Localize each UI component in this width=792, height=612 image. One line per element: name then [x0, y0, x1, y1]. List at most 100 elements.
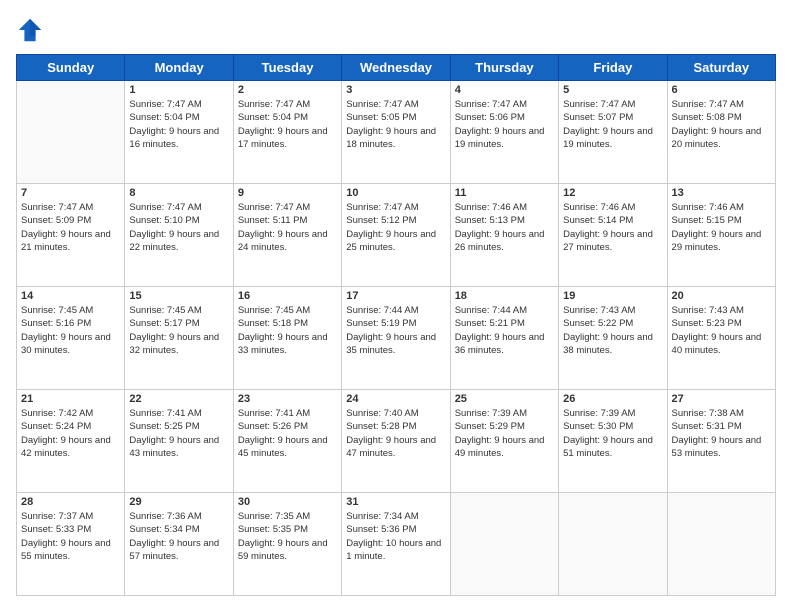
calendar-cell: 20 Sunrise: 7:43 AMSunset: 5:23 PMDayligh… — [667, 287, 775, 390]
day-info: Sunrise: 7:37 AMSunset: 5:33 PMDaylight:… — [21, 510, 120, 563]
day-number: 8 — [129, 187, 228, 199]
calendar-cell: 5Sunrise: 7:47 AMSunset: 5:07 PMDaylight… — [559, 81, 667, 184]
weekday-header-wednesday: Wednesday — [342, 55, 450, 81]
calendar-week-2: 7Sunrise: 7:47 AMSunset: 5:09 PMDaylight… — [17, 184, 776, 287]
day-number: 13 — [672, 187, 771, 199]
calendar-cell: 7Sunrise: 7:47 AMSunset: 5:09 PMDaylight… — [17, 184, 125, 287]
day-info: Sunrise: 7:43 AMSunset: 5:22 PMDaylight:… — [563, 304, 662, 357]
calendar-cell: 1 Sunrise: 7:47 AMSunset: 5:04 PMDaylight… — [125, 81, 233, 184]
day-info: Sunrise: 7:45 AMSunset: 5:18 PMDaylight:… — [238, 304, 337, 357]
header — [16, 16, 776, 44]
day-info: Sunrise: 7:46 AMSunset: 5:15 PMDaylight:… — [672, 201, 771, 254]
day-info: Sunrise: 7:47 AMSunset: 5:12 PMDaylight:… — [346, 201, 445, 254]
calendar-cell: 29 Sunrise: 7:36 AMSunset: 5:34 PMDayligh… — [125, 493, 233, 596]
calendar-cell: 21Sunrise: 7:42 AMSunset: 5:24 PMDayligh… — [17, 390, 125, 493]
calendar-week-4: 21Sunrise: 7:42 AMSunset: 5:24 PMDayligh… — [17, 390, 776, 493]
day-info: Sunrise: 7:41 AMSunset: 5:25 PMDaylight:… — [129, 407, 228, 460]
day-number: 19 — [563, 290, 662, 302]
day-number: 1 — [129, 84, 228, 96]
calendar-cell: 11 Sunrise: 7:46 AMSunset: 5:13 PMDayligh… — [450, 184, 558, 287]
calendar-cell: 18 Sunrise: 7:44 AMSunset: 5:21 PMDayligh… — [450, 287, 558, 390]
weekday-header-friday: Friday — [559, 55, 667, 81]
calendar-cell: 24 Sunrise: 7:40 AMSunset: 5:28 PMDayligh… — [342, 390, 450, 493]
day-info: Sunrise: 7:44 AMSunset: 5:21 PMDaylight:… — [455, 304, 554, 357]
day-number: 29 — [129, 496, 228, 508]
logo — [16, 16, 48, 44]
day-number: 6 — [672, 84, 771, 96]
calendar-cell: 14 Sunrise: 7:45 AMSunset: 5:16 PMDayligh… — [17, 287, 125, 390]
day-number: 27 — [672, 393, 771, 405]
page: SundayMondayTuesdayWednesdayThursdayFrid… — [0, 0, 792, 612]
day-number: 20 — [672, 290, 771, 302]
calendar-cell: 15 Sunrise: 7:45 AMSunset: 5:17 PMDayligh… — [125, 287, 233, 390]
day-info: Sunrise: 7:47 AMSunset: 5:10 PMDaylight:… — [129, 201, 228, 254]
day-info: Sunrise: 7:46 AMSunset: 5:13 PMDaylight:… — [455, 201, 554, 254]
day-info: Sunrise: 7:38 AMSunset: 5:31 PMDaylight:… — [672, 407, 771, 460]
calendar-cell: 16Sunrise: 7:45 AMSunset: 5:18 PMDayligh… — [233, 287, 341, 390]
calendar-cell — [667, 493, 775, 596]
day-info: Sunrise: 7:47 AMSunset: 5:04 PMDaylight:… — [129, 98, 228, 151]
calendar-cell: 19 Sunrise: 7:43 AMSunset: 5:22 PMDayligh… — [559, 287, 667, 390]
day-info: Sunrise: 7:36 AMSunset: 5:34 PMDaylight:… — [129, 510, 228, 563]
calendar-cell: 2 Sunrise: 7:47 AMSunset: 5:04 PMDaylight… — [233, 81, 341, 184]
day-number: 14 — [21, 290, 120, 302]
weekday-header-thursday: Thursday — [450, 55, 558, 81]
day-info: Sunrise: 7:39 AMSunset: 5:30 PMDaylight:… — [563, 407, 662, 460]
day-info: Sunrise: 7:47 AMSunset: 5:08 PMDaylight:… — [672, 98, 771, 151]
calendar-cell: 31 Sunrise: 7:34 AMSunset: 5:36 PMDayligh… — [342, 493, 450, 596]
day-info: Sunrise: 7:45 AMSunset: 5:16 PMDaylight:… — [21, 304, 120, 357]
day-number: 7 — [21, 187, 120, 199]
calendar-cell: 3Sunrise: 7:47 AMSunset: 5:05 PMDaylight… — [342, 81, 450, 184]
day-number: 24 — [346, 393, 445, 405]
weekday-header-saturday: Saturday — [667, 55, 775, 81]
day-info: Sunrise: 7:34 AMSunset: 5:36 PMDaylight:… — [346, 510, 445, 563]
calendar-cell: 6 Sunrise: 7:47 AMSunset: 5:08 PMDaylight… — [667, 81, 775, 184]
day-number: 21 — [21, 393, 120, 405]
day-number: 10 — [346, 187, 445, 199]
calendar-cell: 13 Sunrise: 7:46 AMSunset: 5:15 PMDayligh… — [667, 184, 775, 287]
calendar-week-1: 1 Sunrise: 7:47 AMSunset: 5:04 PMDaylight… — [17, 81, 776, 184]
day-number: 17 — [346, 290, 445, 302]
day-number: 15 — [129, 290, 228, 302]
day-info: Sunrise: 7:47 AMSunset: 5:06 PMDaylight:… — [455, 98, 554, 151]
day-number: 30 — [238, 496, 337, 508]
logo-icon — [16, 16, 44, 44]
calendar-cell: 22Sunrise: 7:41 AMSunset: 5:25 PMDayligh… — [125, 390, 233, 493]
day-info: Sunrise: 7:44 AMSunset: 5:19 PMDaylight:… — [346, 304, 445, 357]
day-info: Sunrise: 7:40 AMSunset: 5:28 PMDaylight:… — [346, 407, 445, 460]
day-number: 31 — [346, 496, 445, 508]
day-number: 26 — [563, 393, 662, 405]
calendar-cell: 30 Sunrise: 7:35 AMSunset: 5:35 PMDayligh… — [233, 493, 341, 596]
calendar-table: SundayMondayTuesdayWednesdayThursdayFrid… — [16, 54, 776, 596]
calendar-cell: 25Sunrise: 7:39 AMSunset: 5:29 PMDayligh… — [450, 390, 558, 493]
day-info: Sunrise: 7:41 AMSunset: 5:26 PMDaylight:… — [238, 407, 337, 460]
day-number: 28 — [21, 496, 120, 508]
calendar-week-5: 28 Sunrise: 7:37 AMSunset: 5:33 PMDayligh… — [17, 493, 776, 596]
weekday-header-sunday: Sunday — [17, 55, 125, 81]
day-info: Sunrise: 7:35 AMSunset: 5:35 PMDaylight:… — [238, 510, 337, 563]
day-number: 4 — [455, 84, 554, 96]
day-info: Sunrise: 7:45 AMSunset: 5:17 PMDaylight:… — [129, 304, 228, 357]
day-info: Sunrise: 7:46 AMSunset: 5:14 PMDaylight:… — [563, 201, 662, 254]
calendar-cell: 17 Sunrise: 7:44 AMSunset: 5:19 PMDayligh… — [342, 287, 450, 390]
day-number: 9 — [238, 187, 337, 199]
day-info: Sunrise: 7:47 AMSunset: 5:05 PMDaylight:… — [346, 98, 445, 151]
weekday-header-row: SundayMondayTuesdayWednesdayThursdayFrid… — [17, 55, 776, 81]
weekday-header-tuesday: Tuesday — [233, 55, 341, 81]
calendar-cell: 27 Sunrise: 7:38 AMSunset: 5:31 PMDayligh… — [667, 390, 775, 493]
day-info: Sunrise: 7:47 AMSunset: 5:11 PMDaylight:… — [238, 201, 337, 254]
calendar-cell: 8 Sunrise: 7:47 AMSunset: 5:10 PMDaylight… — [125, 184, 233, 287]
calendar-cell: 28 Sunrise: 7:37 AMSunset: 5:33 PMDayligh… — [17, 493, 125, 596]
day-number: 18 — [455, 290, 554, 302]
day-number: 25 — [455, 393, 554, 405]
day-number: 12 — [563, 187, 662, 199]
calendar-cell: 9 Sunrise: 7:47 AMSunset: 5:11 PMDaylight… — [233, 184, 341, 287]
calendar-cell: 4 Sunrise: 7:47 AMSunset: 5:06 PMDaylight… — [450, 81, 558, 184]
day-number: 23 — [238, 393, 337, 405]
day-number: 11 — [455, 187, 554, 199]
day-info: Sunrise: 7:47 AMSunset: 5:04 PMDaylight:… — [238, 98, 337, 151]
day-info: Sunrise: 7:43 AMSunset: 5:23 PMDaylight:… — [672, 304, 771, 357]
calendar-cell: 10 Sunrise: 7:47 AMSunset: 5:12 PMDayligh… — [342, 184, 450, 287]
day-number: 5 — [563, 84, 662, 96]
day-number: 2 — [238, 84, 337, 96]
